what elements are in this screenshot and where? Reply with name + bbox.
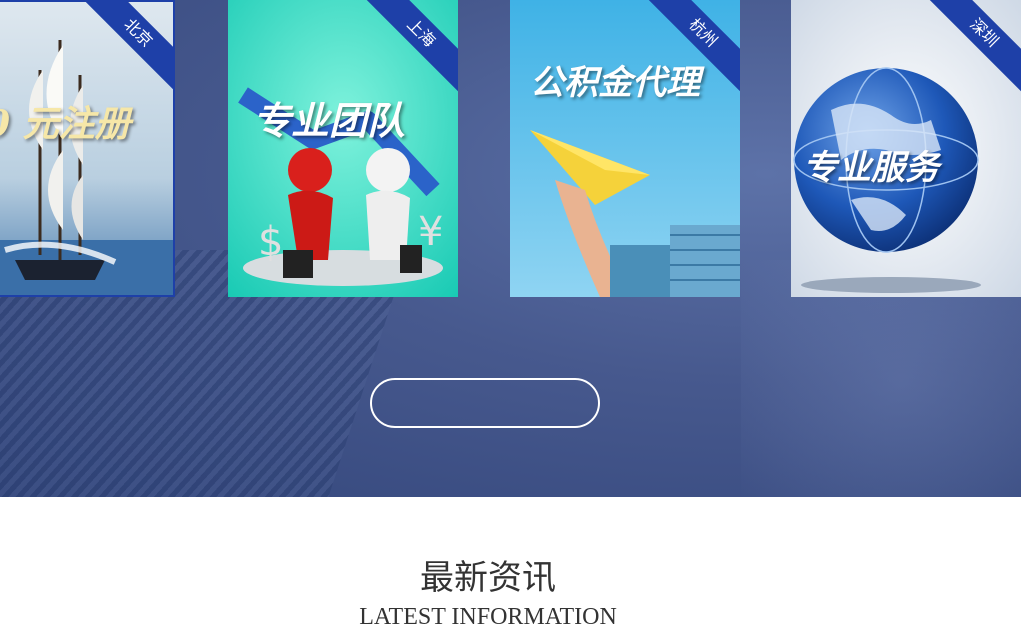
service-card-hangzhou[interactable]: 公积金代理 杭州 [510,0,740,297]
svg-text:¥: ¥ [418,209,443,255]
service-card-beijing[interactable]: 0 元注册 北京 [0,0,175,297]
svg-text:$: $ [258,219,283,265]
section-subtitle: LATEST INFORMATION [359,604,617,630]
service-card-shanghai[interactable]: $ ¥ 专业团队 上海 [228,0,458,297]
card-headline: 公积金代理 [530,63,700,103]
more-button[interactable] [370,378,600,428]
card-headline: 专业团队 [253,98,406,143]
card-headline: 0 元注册 [0,103,131,145]
hero-banner: 0 元注册 北京 $ ¥ 专业团队 上海 [0,0,1021,497]
card-headline: 专业服务 [803,148,939,188]
service-card-shenzhen[interactable]: 专业服务 深圳 [791,0,1021,297]
section-title: 最新资讯 [420,558,556,598]
